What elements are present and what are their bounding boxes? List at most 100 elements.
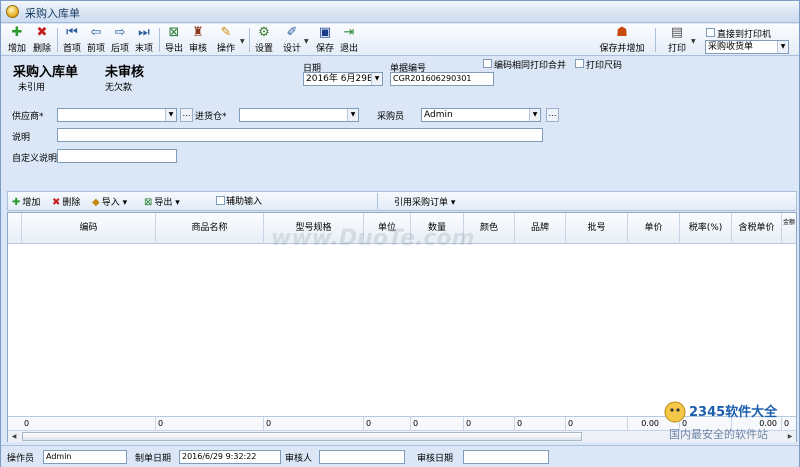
buyer-select[interactable]: Admin ▼ — [421, 108, 541, 122]
total-cell: 0 — [464, 417, 515, 431]
grid-import-button[interactable]: ◆ 导入 ▾ — [92, 195, 127, 208]
design-button[interactable]: ✐ 设计 — [281, 24, 303, 56]
direct-print-label: 直接到打印机 — [717, 30, 772, 40]
auditor-field — [319, 450, 405, 464]
column-header[interactable]: 税率(%) — [680, 213, 732, 244]
total-cell: 0 — [364, 417, 411, 431]
grid-delete-button[interactable]: ✖ 删除 — [52, 195, 80, 208]
brand-logo-text: 2345软件大全 — [689, 404, 778, 420]
assist-input-label: 辅助输入 — [226, 197, 263, 207]
chevron-down-icon[interactable]: ▼ — [691, 38, 696, 45]
delete-button[interactable]: ✖ 删除 — [31, 24, 53, 56]
add-button[interactable]: ✚ 增加 — [5, 24, 29, 56]
next-icon: ⇨ — [114, 25, 126, 40]
chevron-down-icon: ▼ — [777, 41, 788, 53]
first-record-button[interactable]: ⏮ 首项 — [61, 24, 83, 56]
audit-date-label: 审核日期 — [417, 454, 454, 464]
print-button[interactable]: ▤ 打印 — [665, 24, 689, 56]
column-header[interactable]: 单价 — [628, 213, 680, 244]
note-field[interactable] — [57, 128, 543, 142]
chevron-down-icon: ▼ — [529, 109, 540, 121]
grid-add-button[interactable]: ✚ 增加 — [12, 195, 40, 208]
column-header[interactable]: 批号 — [566, 213, 628, 244]
next-record-button[interactable]: ⇨ 后项 — [109, 24, 131, 56]
prev-record-button[interactable]: ⇦ 前项 — [85, 24, 107, 56]
merge-print-checkbox[interactable] — [483, 59, 492, 68]
chevron-down-icon: ▼ — [347, 109, 358, 121]
scroll-left-icon[interactable]: ◀ — [8, 431, 20, 442]
total-cell: 0 — [156, 417, 264, 431]
first-icon: ⏮ — [66, 25, 78, 40]
pencil-icon: ✎ — [220, 25, 232, 40]
save-button[interactable]: ▣ 保存 — [314, 24, 336, 56]
total-cell: 0 — [264, 417, 364, 431]
total-cell: 0 — [22, 417, 156, 431]
supplier-select[interactable]: ▼ — [57, 108, 177, 122]
print-template-select[interactable]: 采购收货单 ▼ — [705, 40, 789, 54]
grid-export-button[interactable]: ⊠ 导出 ▾ — [144, 195, 180, 208]
column-header[interactable]: 金额 — [782, 213, 796, 244]
operator-label: 操作员 — [7, 454, 35, 464]
exit-button[interactable]: ⇥ 退出 — [338, 24, 360, 56]
toolbar-divider — [159, 28, 160, 52]
direct-print-checkbox[interactable] — [706, 28, 715, 37]
column-header[interactable]: 商品名称 — [156, 213, 264, 244]
save-and-add-button[interactable]: ☗ 保存并增加 — [595, 24, 649, 56]
save-add-icon: ☗ — [616, 25, 628, 40]
custom-note-field[interactable] — [57, 149, 177, 163]
column-header[interactable]: 品牌 — [515, 213, 566, 244]
warehouse-select[interactable]: ▼ — [239, 108, 359, 122]
audit-status: 未审核 — [105, 65, 145, 80]
scroll-thumb[interactable] — [22, 432, 582, 441]
chevron-down-icon[interactable]: ▼ — [304, 38, 309, 45]
document-header: 采购入库单 未审核 未引用 无欠款 日期 2016年 6月29E ▼ 单据编号 … — [1, 57, 799, 189]
warehouse-label: 进货仓* — [195, 112, 227, 122]
ref-order-button[interactable]: 引用采购订单 ▾ — [394, 195, 455, 208]
save-icon: ▣ — [318, 25, 332, 40]
column-header[interactable]: 含税单价 — [732, 213, 782, 244]
watermark-text: www.DuoTe.com — [271, 226, 475, 251]
last-icon: ⏭ — [138, 25, 150, 40]
date-picker[interactable]: 2016年 6月29E ▼ — [303, 72, 383, 86]
window-title: 采购入库单 — [25, 7, 80, 20]
audit-button[interactable]: ♜ 审核 — [187, 24, 209, 56]
custom-note-label: 自定义说明 — [12, 154, 58, 164]
print-ruler-label: 打印尺码 — [586, 61, 623, 71]
row-selector-header — [8, 213, 22, 244]
merge-print-label: 编码相同打印合并 — [494, 61, 567, 71]
payment-status: 无欠款 — [105, 83, 133, 93]
operator-field: Admin — [43, 450, 127, 464]
settings-icon: ⚙ — [258, 25, 270, 40]
export-button[interactable]: ⊠ 导出 — [163, 24, 185, 56]
supplier-lookup-button[interactable]: … — [180, 108, 193, 122]
excel-icon: ⊠ — [144, 197, 153, 208]
auditor-label: 审核人 — [285, 454, 313, 464]
assist-input-checkbox[interactable] — [216, 196, 225, 205]
last-record-button[interactable]: ⏭ 末项 — [133, 24, 155, 56]
delete-icon: ✖ — [52, 197, 61, 208]
brand-logo: 2345软件大全 国内最安全的软件站 — [664, 401, 778, 441]
chevron-down-icon[interactable]: ▼ — [240, 38, 245, 45]
buyer-lookup-button[interactable]: … — [546, 108, 559, 122]
created-date-label: 制单日期 — [135, 454, 172, 464]
printer-icon: ▤ — [670, 25, 684, 40]
action-menu-button[interactable]: ✎ 操作 — [213, 24, 239, 56]
buyer-label: 采购员 — [377, 112, 405, 122]
toolbar-divider — [655, 28, 656, 52]
status-bar: 操作员 Admin 制单日期 2016/6/29 9:32:22 审核人 审核日… — [1, 445, 799, 467]
exit-icon: ⇥ — [343, 25, 355, 40]
prev-icon: ⇦ — [90, 25, 102, 40]
excel-icon: ⊠ — [168, 25, 180, 40]
docno-field[interactable]: CGR201606290301 — [390, 72, 494, 86]
column-header[interactable]: 编码 — [22, 213, 156, 244]
print-ruler-checkbox[interactable] — [575, 59, 584, 68]
chevron-down-icon: ▼ — [165, 109, 176, 121]
design-icon: ✐ — [286, 25, 298, 40]
main-toolbar: ✚ 增加 ✖ 删除 ⏮ 首项 ⇦ 前项 ⇨ 后项 ⏭ 末项 ⊠ 导出 ♜ 审核 … — [1, 24, 799, 56]
import-icon: ◆ — [92, 197, 100, 208]
title-bar: 采购入库单 — [1, 1, 799, 23]
app-window: 采购入库单 ✚ 增加 ✖ 删除 ⏮ 首项 ⇦ 前项 ⇨ 后项 ⏭ 末项 ⊠ 导出… — [0, 0, 800, 467]
settings-button[interactable]: ⚙ 设置 — [253, 24, 275, 56]
audit-date-field — [463, 450, 549, 464]
add-icon: ✚ — [12, 197, 21, 208]
